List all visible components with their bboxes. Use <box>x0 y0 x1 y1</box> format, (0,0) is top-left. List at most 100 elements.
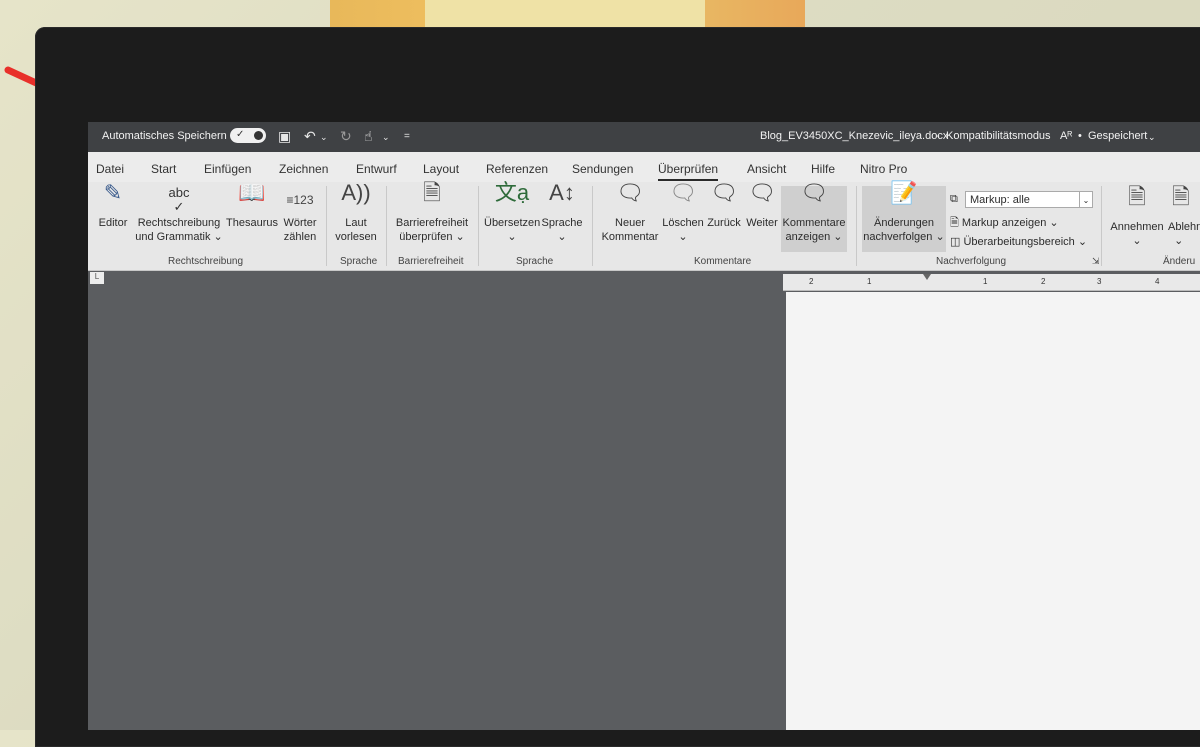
reject-label: Ablehn <box>1168 221 1200 233</box>
show-markup-button[interactable]: 🗎 Markup anzeigen ⌄ <box>950 214 1059 233</box>
save-icon[interactable]: ▣ <box>278 128 291 145</box>
account-icon[interactable]: Aᴿ <box>1060 130 1072 142</box>
qat-more-icon[interactable]: = <box>404 131 410 142</box>
undo-icon[interactable]: ↶ <box>304 128 316 145</box>
tab-nitro-pro[interactable]: Nitro Pro <box>860 162 907 176</box>
next-comment-icon: 🗨 <box>748 180 776 205</box>
language-icon: A↕ <box>549 180 575 205</box>
tab-datei[interactable]: Datei <box>96 162 124 176</box>
tab-start[interactable]: Start <box>151 162 176 176</box>
tab-ueberpruefen[interactable]: Überprüfen <box>658 162 719 181</box>
editor-label: Editor <box>98 217 128 229</box>
delete-comment-button[interactable]: 🗨 Löschen ⌄ <box>662 180 704 244</box>
accessibility-document-icon: 🗎 <box>423 180 441 205</box>
new-comment-line2: Kommentar <box>601 231 659 243</box>
tab-einfuegen[interactable]: Einfügen <box>204 162 251 176</box>
accept-label: Annehmen <box>1110 221 1164 233</box>
editor-button[interactable]: ✎ Editor <box>94 182 132 230</box>
accept-icon: 🗎 <box>1128 184 1146 209</box>
tab-layout[interactable]: Layout <box>423 162 459 176</box>
reviewing-pane-button[interactable]: ◫ Überarbeitungsbereich ⌄ <box>950 235 1087 248</box>
show-markup-label: Markup anzeigen <box>961 217 1047 229</box>
accessibility-line2: überprüfen <box>399 231 453 243</box>
compatibility-mode-label: Kompatibilitätsmodus <box>946 130 1051 142</box>
new-comment-icon: 🗨 <box>616 180 644 205</box>
tab-selector[interactable]: L <box>90 272 104 284</box>
new-comment-line1: Neuer <box>615 217 645 229</box>
spelling-grammar-button[interactable]: abc ✓ Rechtschreibung und Grammatik ⌄ <box>134 186 224 244</box>
group-label-sprache-language: Sprache <box>516 256 554 267</box>
previous-comment-button[interactable]: 🗨 Zurück <box>704 180 744 230</box>
indent-marker-icon[interactable] <box>923 274 931 280</box>
track-changes-line1: Änderungen <box>874 217 934 229</box>
translate-icon: 文ạ <box>494 180 530 205</box>
autosave-toggle[interactable]: ✓ <box>230 128 266 143</box>
group-label-sprache-speech: Sprache <box>340 256 378 267</box>
language-button[interactable]: A↕ Sprache ⌄ <box>540 180 584 244</box>
thesaurus-button[interactable]: 📖 Thesaurus <box>226 182 278 230</box>
group-label-rechtschreibung: Rechtschreibung <box>168 256 244 267</box>
read-aloud-line2: vorlesen <box>335 231 377 243</box>
group-label-kommentare: Kommentare <box>694 256 752 267</box>
tracking-dialog-launcher-icon[interactable]: ⇲ <box>1092 256 1100 267</box>
word-count-icon: ≡123 <box>286 193 314 207</box>
markup-options-icon: ⧉ <box>950 193 958 205</box>
read-aloud-line1: Laut <box>345 217 367 229</box>
next-comment-button[interactable]: 🗨 Weiter <box>744 180 780 230</box>
delete-comment-icon: 🗨 <box>669 180 697 205</box>
tab-hilfe[interactable]: Hilfe <box>811 162 835 176</box>
ribbon-separator <box>478 186 479 266</box>
ruler-label: 3 <box>1097 277 1102 286</box>
group-label-aenderungen: Änderu <box>1163 256 1196 267</box>
markup-select[interactable]: Markup: alle ⌄ <box>965 191 1093 208</box>
new-comment-button[interactable]: 🗨 Neuer Kommentar <box>598 180 662 244</box>
horizontal-ruler[interactable]: 2 1 1 2 3 4 <box>783 274 1200 291</box>
ruler-label: 2 <box>809 277 814 286</box>
reject-button[interactable]: 🗎 Ablehn ⌄ <box>1168 184 1200 248</box>
show-markup-icon: 🗎 <box>950 217 959 229</box>
read-aloud-button[interactable]: A)) Laut vorlesen <box>332 182 380 244</box>
ruler-label: 2 <box>1041 277 1046 286</box>
delete-comment-label: Löschen <box>662 217 704 229</box>
markup-select-chevron-icon[interactable]: ⌄ <box>1079 192 1092 207</box>
track-changes-button[interactable]: 📝 Änderungen nachverfolgen ⌄ <box>862 182 946 252</box>
accessibility-check-button[interactable]: 🗎 Barrierefreiheit überprüfen ⌄ <box>390 180 474 244</box>
track-changes-line2: nachverfolgen <box>863 231 933 243</box>
touch-mode-icon[interactable]: ☝ <box>364 128 373 145</box>
group-label-nachverfolgung: Nachverfolgung <box>936 256 1007 267</box>
word-count-button[interactable]: ≡123 Wörter zählen <box>280 186 320 244</box>
translate-label: Übersetzen <box>484 217 541 229</box>
spelling-label-line1: Rechtschreibung <box>137 217 221 229</box>
tab-zeichnen[interactable]: Zeichnen <box>279 162 328 176</box>
reject-icon: 🗎 <box>1172 184 1190 209</box>
redo-icon[interactable]: ↻ <box>340 128 352 145</box>
tab-ansicht[interactable]: Ansicht <box>747 162 786 176</box>
document-page[interactable] <box>786 292 1200 730</box>
saved-chevron-icon[interactable]: ⌄ <box>1148 132 1156 143</box>
undo-dropdown-icon[interactable]: ⌄ <box>320 132 328 143</box>
show-comments-button[interactable]: 🗨 Kommentare anzeigen ⌄ <box>781 182 847 252</box>
customize-qat-chevron-icon[interactable]: ⌄ <box>382 132 390 143</box>
word-count-line1: Wörter <box>283 217 317 229</box>
tab-referenzen[interactable]: Referenzen <box>486 162 548 176</box>
tab-entwurf[interactable]: Entwurf <box>356 162 397 176</box>
translate-button[interactable]: 文ạ Übersetzen ⌄ <box>484 180 541 244</box>
abc-check-icon: abc ✓ <box>168 185 190 214</box>
saved-status[interactable]: Gespeichert <box>1088 130 1147 142</box>
group-label-barrierefreiheit: Barrierefreiheit <box>398 256 464 267</box>
word-count-line2: zählen <box>283 231 317 243</box>
previous-comment-label: Zurück <box>707 217 741 229</box>
markup-select-value: Markup: alle <box>970 194 1030 206</box>
show-comments-line1: Kommentare <box>782 217 846 229</box>
language-label: Sprache <box>541 217 583 229</box>
autosave-label: Automatisches Speichern <box>102 130 227 142</box>
reviewing-pane-label: Überarbeitungsbereich <box>963 236 1075 248</box>
ruler-label: 1 <box>867 277 872 286</box>
accept-button[interactable]: 🗎 Annehmen ⌄ <box>1108 184 1166 248</box>
next-comment-label: Weiter <box>746 217 778 229</box>
tab-sendungen[interactable]: Sendungen <box>572 162 633 176</box>
previous-comment-icon: 🗨 <box>710 180 738 205</box>
thesaurus-label: Thesaurus <box>226 217 278 229</box>
checkmark-icon: ✓ <box>236 129 245 140</box>
accessibility-line1: Barrierefreiheit <box>395 217 469 229</box>
